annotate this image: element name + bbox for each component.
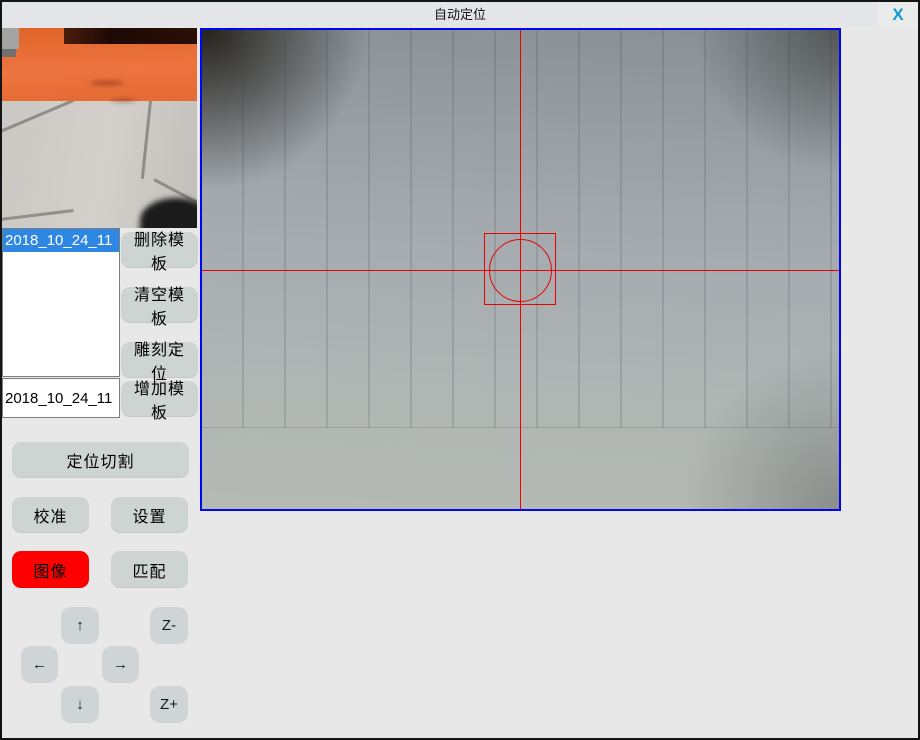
jog-right-button[interactable]: → <box>102 646 139 683</box>
image-button-active[interactable]: 图像 <box>12 551 89 588</box>
settings-button[interactable]: 设置 <box>111 497 188 533</box>
thumbnail-gray-block-shadow <box>2 49 16 57</box>
calibrate-button[interactable]: 校准 <box>12 497 89 533</box>
camera-view[interactable] <box>200 28 841 511</box>
close-button[interactable]: X <box>878 2 918 27</box>
match-region-circle <box>489 239 552 302</box>
right-arrow-icon: → <box>113 656 128 673</box>
up-arrow-icon: ↑ <box>76 617 84 634</box>
position-cut-button[interactable]: 定位切割 <box>12 442 189 478</box>
jog-down-button[interactable]: ↓ <box>61 686 99 723</box>
close-icon: X <box>892 6 903 23</box>
delete-template-button[interactable]: 删除模板 <box>121 232 198 268</box>
jog-z-plus-button[interactable]: Z+ <box>150 686 188 723</box>
thumbnail-gray-block <box>2 28 19 49</box>
left-arrow-icon: ← <box>32 656 47 673</box>
auto-position-dialog: 自动定位 X 2018_10_24_11 删除模板 清空模板 雕刻定位 增加模板… <box>0 0 920 740</box>
jog-z-minus-button[interactable]: Z- <box>150 607 188 644</box>
titlebar: 自动定位 <box>2 2 918 27</box>
jog-up-button[interactable]: ↑ <box>61 607 99 644</box>
thumbnail-smudge <box>90 80 124 86</box>
clear-templates-button[interactable]: 清空模板 <box>121 287 198 323</box>
template-list[interactable]: 2018_10_24_11 <box>2 228 120 377</box>
template-thumbnail[interactable] <box>2 28 197 228</box>
thumbnail-dark-bar <box>64 28 197 44</box>
add-template-button[interactable]: 增加模板 <box>121 381 198 417</box>
window-title: 自动定位 <box>2 2 918 27</box>
jog-left-button[interactable]: ← <box>21 646 58 683</box>
match-button[interactable]: 匹配 <box>111 551 188 588</box>
template-list-item[interactable]: 2018_10_24_11 <box>3 229 119 252</box>
engrave-position-button[interactable]: 雕刻定位 <box>121 342 198 378</box>
down-arrow-icon: ↓ <box>76 696 84 713</box>
thumbnail-smudge <box>110 98 136 103</box>
template-name-input[interactable] <box>2 378 120 418</box>
